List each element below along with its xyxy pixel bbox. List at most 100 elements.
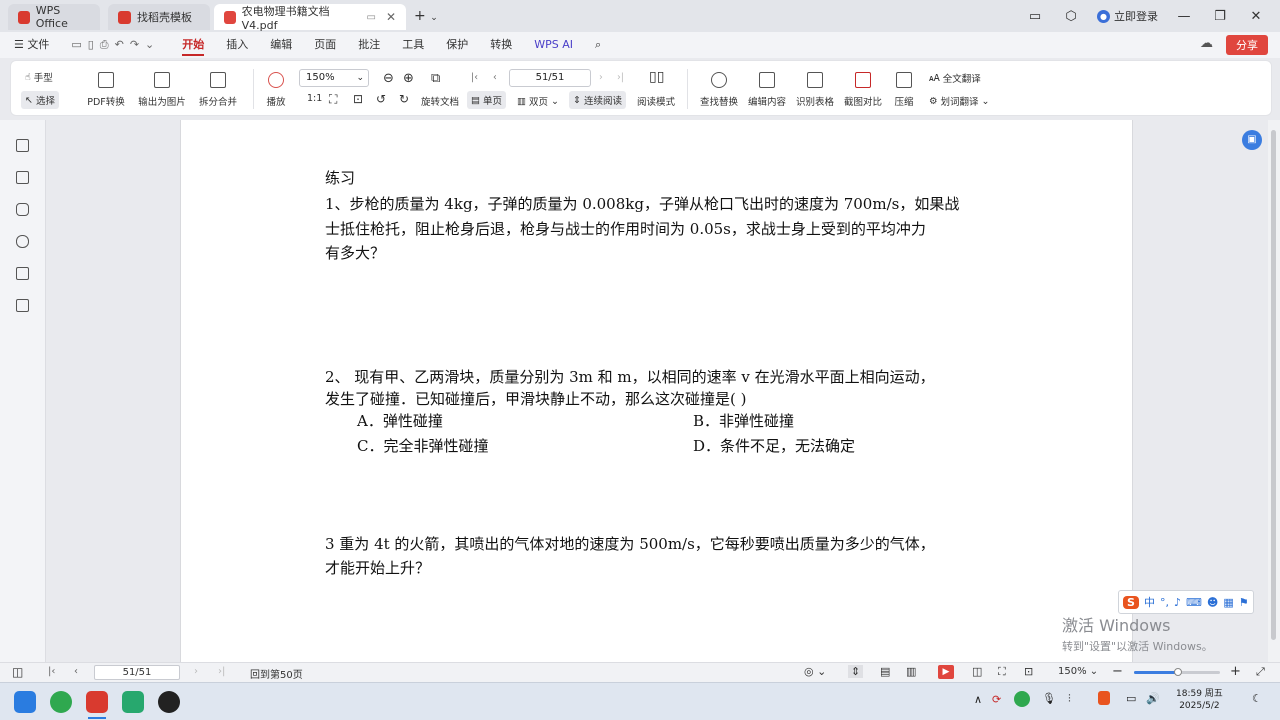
toolbox-icon[interactable]: ▦ xyxy=(1223,596,1233,609)
layout-icon[interactable]: ▭ xyxy=(1025,9,1045,24)
close-tab-icon[interactable]: ✕ xyxy=(386,10,396,24)
menu-edit[interactable]: 编辑 xyxy=(259,32,303,58)
settings-icon[interactable]: ⚑ xyxy=(1239,596,1249,609)
actual-size-icon[interactable]: 1:1 xyxy=(307,93,322,104)
next-page-icon[interactable]: › xyxy=(599,72,603,83)
menu-tools[interactable]: 工具 xyxy=(391,32,435,58)
network-icon[interactable]: ▭ xyxy=(1126,692,1136,705)
mic-icon[interactable]: 🎙 xyxy=(1042,692,1056,705)
split-merge-button[interactable]: 拆分合并 xyxy=(191,61,245,117)
status-page-input[interactable]: 51/51 xyxy=(94,665,180,680)
screenshot-compare-button[interactable]: 截图对比 xyxy=(841,61,885,117)
rotate-left-icon[interactable]: ↺ xyxy=(376,92,386,106)
zoom-out-icon[interactable]: ⊖ xyxy=(383,71,394,86)
fit-page-icon[interactable]: ⛶ xyxy=(329,92,337,107)
volume-icon[interactable]: 🔊 xyxy=(1146,692,1160,705)
browser-icon[interactable] xyxy=(50,691,72,713)
fit-width-icon[interactable]: ⊡ xyxy=(353,92,363,106)
word-translate-button[interactable]: ⚙ 划词翻译 ⌄ xyxy=(929,94,990,109)
continuous-view-icon[interactable]: ⇕ xyxy=(848,665,864,678)
search-icon[interactable]: ⌕ xyxy=(584,32,612,58)
fullscreen-icon[interactable]: ⛶ xyxy=(998,665,1006,679)
clock[interactable]: 18:59 周五 2025/5/2 xyxy=(1176,688,1223,712)
single-page-button[interactable]: ▤ 单页 xyxy=(467,91,506,109)
expand-icon[interactable]: ⤢ xyxy=(1256,665,1265,679)
edit-content-button[interactable]: 编辑内容 xyxy=(745,61,789,117)
sync-icon[interactable]: ⟳ xyxy=(992,693,1001,706)
ime-tray-icon[interactable] xyxy=(1098,691,1110,705)
punctuation-icon[interactable]: °, xyxy=(1160,596,1169,609)
keyboard-icon[interactable]: ⌨ xyxy=(1186,596,1202,609)
new-tab-button[interactable]: + ⌄ xyxy=(414,8,438,24)
menu-page[interactable]: 页面 xyxy=(303,32,347,58)
rotate-document-button[interactable]: 旋转文档 xyxy=(421,94,459,108)
zoom-slider-thumb[interactable] xyxy=(1174,668,1182,676)
export-image-button[interactable]: 输出为图片 xyxy=(135,61,189,117)
wps-taskbar-icon[interactable] xyxy=(86,691,108,713)
cube-icon[interactable]: ⬡ xyxy=(1061,9,1081,24)
side-assistant-icon[interactable]: ▣ xyxy=(1242,130,1262,150)
menu-annotate[interactable]: 批注 xyxy=(347,32,391,58)
zoom-select[interactable]: 150% ⌄ xyxy=(299,69,369,87)
quick-access-icons[interactable]: ▭▯⎙↶↷⌄ xyxy=(60,32,171,58)
menu-convert[interactable]: 转换 xyxy=(479,32,523,58)
tray-expand-icon[interactable]: ∧ xyxy=(974,693,982,706)
login-button[interactable]: ● 立即登录 xyxy=(1097,8,1158,24)
vertical-scrollbar[interactable] xyxy=(1268,120,1280,662)
ime-language[interactable]: 中 xyxy=(1144,594,1155,610)
menu-protect[interactable]: 保护 xyxy=(435,32,479,58)
find-replace-button[interactable]: 查找替换 xyxy=(695,61,743,117)
first-page-icon[interactable]: |‹ xyxy=(48,666,55,677)
comment-icon[interactable] xyxy=(16,203,29,216)
pdf-convert-button[interactable]: PDF转换 xyxy=(79,61,133,117)
zoom-in-icon[interactable]: + xyxy=(1230,664,1241,679)
full-translate-button[interactable]: 🗚 全文翻译 xyxy=(929,71,981,86)
single-view-icon[interactable]: ▤ xyxy=(880,665,890,678)
play-icon[interactable]: ▶ xyxy=(938,665,954,679)
compress-button[interactable]: 压缩 xyxy=(889,61,919,117)
notification-icon[interactable]: ☾ xyxy=(1252,692,1262,705)
fit-icon[interactable]: ⊡ xyxy=(1024,665,1033,678)
layers-icon[interactable] xyxy=(16,299,29,312)
signature-icon[interactable] xyxy=(16,267,29,280)
fit-icon[interactable]: ⧉ xyxy=(431,71,440,86)
book-icon[interactable]: ▯▯ xyxy=(649,69,664,85)
file-menu[interactable]: ☰ 文件 xyxy=(0,32,60,58)
zoom-in-icon[interactable]: ⊕ xyxy=(403,71,414,86)
thumbnail-icon[interactable] xyxy=(16,171,29,184)
menu-insert[interactable]: 插入 xyxy=(215,32,259,58)
window-icon[interactable]: ▭ xyxy=(366,12,375,23)
ime-toolbar[interactable]: S 中 °, ♪ ⌨ ☻ ▦ ⚑ xyxy=(1118,590,1254,614)
last-page-icon[interactable]: ›| xyxy=(617,72,624,83)
sidebar-toggle-icon[interactable]: ◫ xyxy=(12,665,23,679)
media-app-icon[interactable] xyxy=(158,691,180,713)
page-input[interactable]: 51/51 xyxy=(509,69,591,87)
restore-icon[interactable]: ❐ xyxy=(1210,9,1230,24)
recognize-table-button[interactable]: 识别表格 xyxy=(793,61,837,117)
continuous-read-button[interactable]: ⇕ 连续阅读 xyxy=(569,91,626,109)
attachment-icon[interactable] xyxy=(16,235,29,248)
double-page-button[interactable]: ▥ 双页 ⌄ xyxy=(517,94,559,109)
tab-templates[interactable]: 找稻壳模板 xyxy=(108,4,210,30)
audio-icon[interactable]: ⫶ xyxy=(1068,692,1071,706)
prev-page-icon[interactable]: ‹ xyxy=(74,666,78,677)
rotate-right-icon[interactable]: ↻ xyxy=(399,92,409,106)
skin-icon[interactable]: ☻ xyxy=(1207,596,1218,609)
hand-tool[interactable]: ☝ 手型 xyxy=(25,70,53,85)
menu-wps-ai[interactable]: WPS AI xyxy=(523,32,584,58)
bookmark-icon[interactable] xyxy=(16,139,29,152)
minimize-icon[interactable]: — xyxy=(1174,9,1194,24)
close-window-icon[interactable]: ✕ xyxy=(1246,9,1266,24)
mic-icon[interactable]: ♪ xyxy=(1174,596,1181,609)
select-tool[interactable]: ↖ 选择 xyxy=(21,91,59,109)
tab-pdf-document[interactable]: 农电物理书籍文档V4.pdf ▭ ✕ xyxy=(214,4,406,32)
menu-start[interactable]: 开始 xyxy=(171,32,215,58)
first-page-icon[interactable]: |‹ xyxy=(471,72,478,83)
next-page-icon[interactable]: › xyxy=(194,666,198,677)
eye-protect-icon[interactable]: ◎ ⌄ xyxy=(804,665,826,678)
double-view-icon[interactable]: ▥ xyxy=(906,665,916,678)
zoom-slider[interactable] xyxy=(1134,668,1220,676)
back-to-page-link[interactable]: 回到第50页 xyxy=(250,666,303,681)
share-button[interactable]: 分享 xyxy=(1226,35,1268,55)
read-mode-button[interactable]: 阅读模式 xyxy=(637,94,675,108)
